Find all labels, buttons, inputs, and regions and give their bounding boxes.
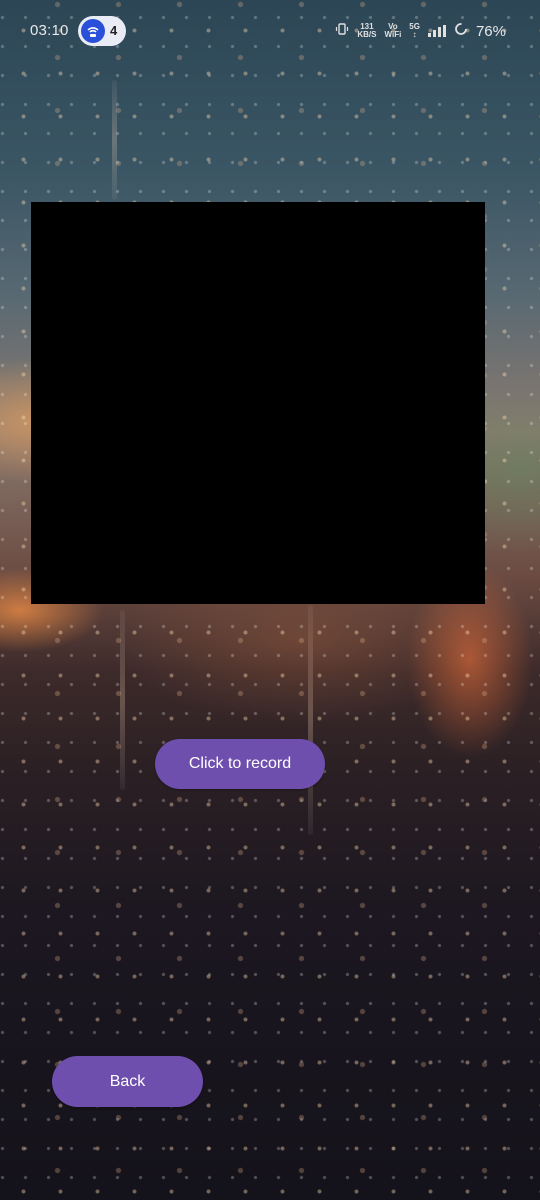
rain-streak: [120, 610, 125, 790]
camera-preview: [31, 202, 485, 604]
status-time: 03:10: [30, 22, 69, 39]
record-button[interactable]: Click to record: [155, 739, 325, 789]
network-speed: 131 KB/S: [357, 22, 377, 39]
network-type: 5G ↕: [409, 22, 420, 39]
signal-icon: [427, 25, 446, 37]
rain-streak: [112, 80, 117, 200]
status-bar: 03:10 4 131 KB/S Vo WiFi 5G ↕ 76%: [0, 0, 540, 62]
hotspot-indicator[interactable]: 4: [78, 16, 126, 46]
rain-streak: [308, 605, 313, 835]
status-icons: 131 KB/S Vo WiFi 5G ↕ 76%: [335, 22, 506, 40]
volte-indicator: Vo WiFi: [384, 22, 402, 39]
hotspot-count: 4: [110, 23, 118, 38]
battery-icon: [454, 22, 468, 41]
vibrate-icon: [335, 22, 349, 41]
battery-percent: 76%: [475, 22, 506, 40]
back-button[interactable]: Back: [52, 1056, 203, 1107]
hotspot-icon: [81, 19, 105, 43]
